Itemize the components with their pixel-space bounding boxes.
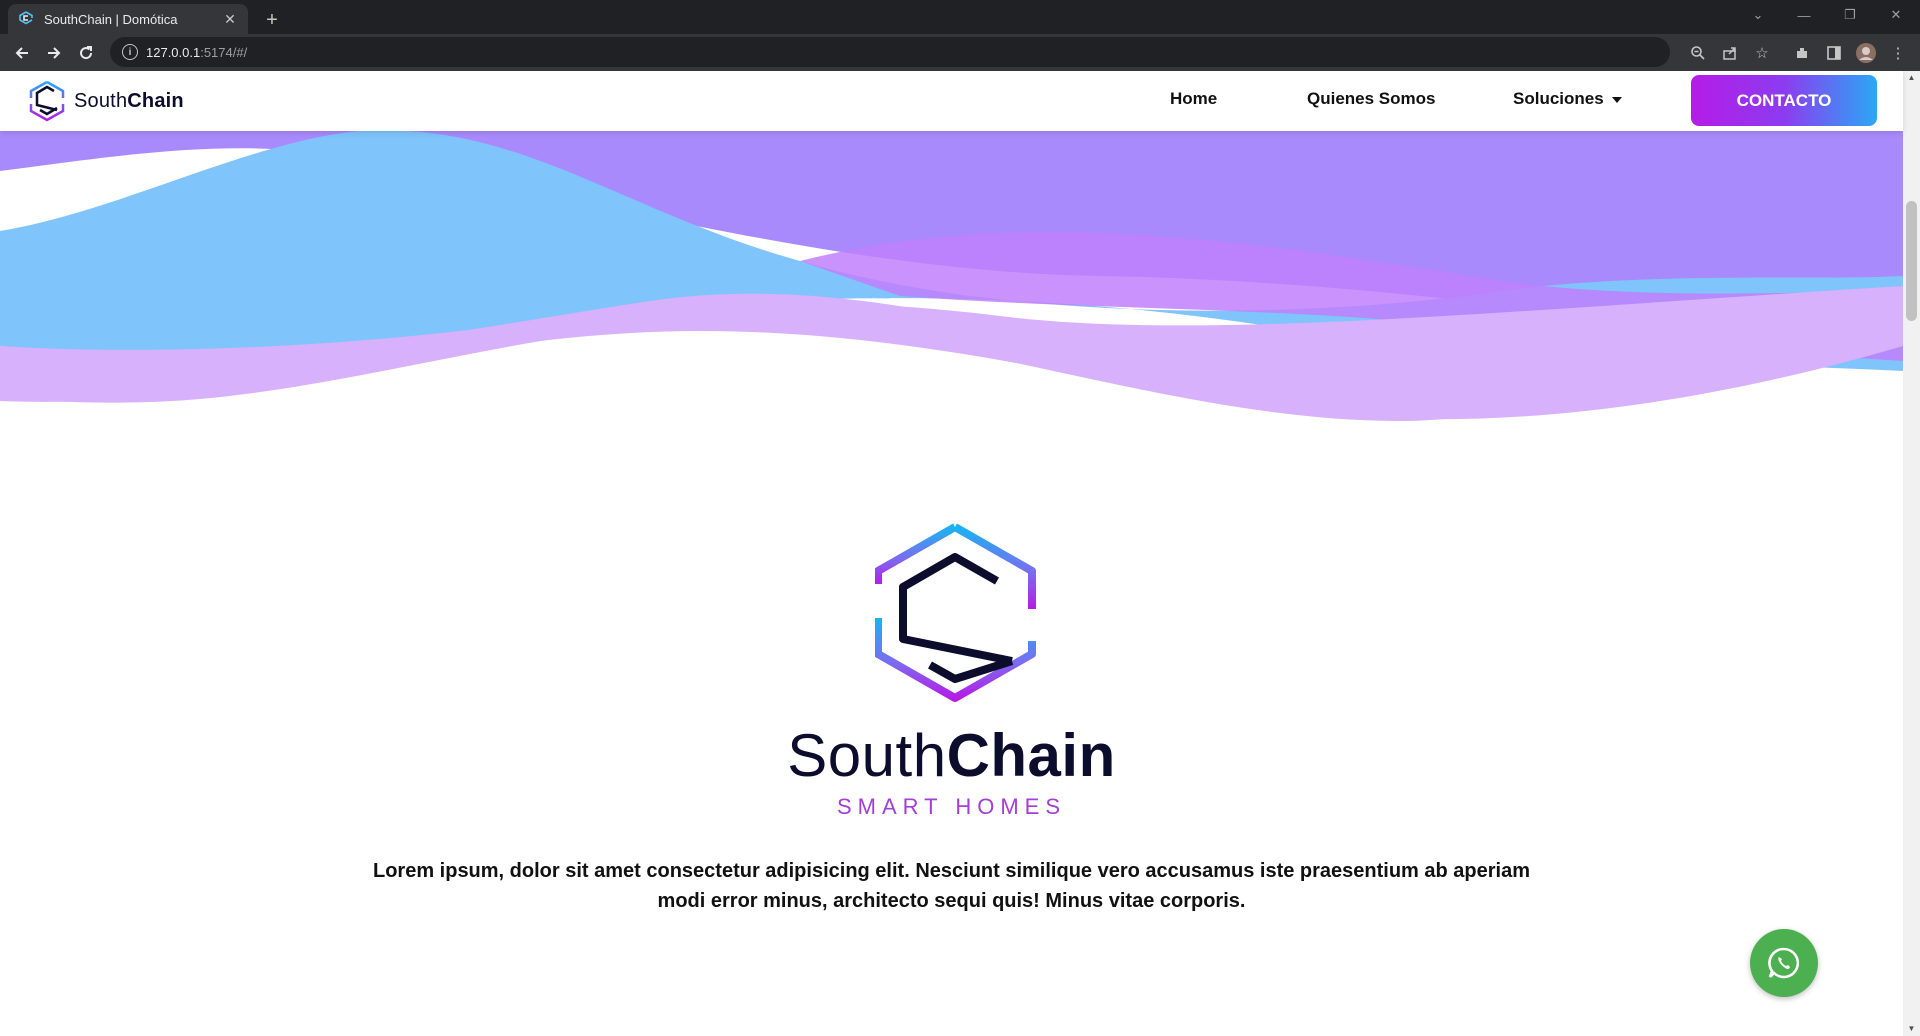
hero-brand-name: SouthChain bbox=[787, 722, 1116, 789]
share-icon[interactable] bbox=[1718, 41, 1742, 65]
page-viewport: SouthChain Home Quienes Somos Soluciones… bbox=[0, 71, 1920, 1036]
profile-avatar[interactable] bbox=[1854, 41, 1878, 65]
nav-home[interactable]: Home bbox=[1170, 89, 1217, 109]
favicon-icon bbox=[19, 11, 33, 25]
back-icon[interactable] bbox=[8, 39, 36, 67]
browser-toolbar: i 127.0.0.1:5174/#/ ☆ ⋮ bbox=[0, 34, 1920, 71]
page-scrollbar[interactable]: ▲ ▼ bbox=[1903, 71, 1920, 1036]
reload-icon[interactable] bbox=[72, 39, 100, 67]
brand-logo[interactable]: SouthChain bbox=[28, 80, 184, 122]
side-panel-icon[interactable] bbox=[1822, 41, 1846, 65]
address-bar[interactable]: i 127.0.0.1:5174/#/ bbox=[110, 37, 1670, 67]
url-host: 127.0.0.1 bbox=[146, 44, 201, 60]
browser-tab[interactable]: SouthChain | Domótica ✕ bbox=[8, 4, 248, 34]
window-close-icon[interactable]: ✕ bbox=[1874, 0, 1918, 30]
forward-icon[interactable] bbox=[40, 39, 68, 67]
whatsapp-icon bbox=[1768, 947, 1800, 979]
brand-name: SouthChain bbox=[74, 89, 184, 112]
caret-down-icon bbox=[1611, 96, 1622, 103]
tab-search-icon[interactable]: ⌄ bbox=[1736, 0, 1780, 30]
restore-icon[interactable]: ❐ bbox=[1828, 0, 1872, 30]
contacto-button[interactable]: CONTACTO bbox=[1691, 75, 1877, 126]
hero-waves bbox=[0, 131, 1903, 431]
url-path: :5174/#/ bbox=[200, 44, 248, 60]
nav-quienes-somos[interactable]: Quienes Somos bbox=[1307, 89, 1435, 109]
new-tab-button[interactable]: + bbox=[258, 6, 286, 34]
hero-tagline: SMART HOMES bbox=[837, 794, 1066, 819]
browser-tabbar: SouthChain | Domótica ✕ + ⌄ — ❐ ✕ bbox=[0, 0, 1920, 34]
scroll-up-icon[interactable]: ▲ bbox=[1903, 71, 1920, 85]
scroll-down-icon[interactable]: ▼ bbox=[1903, 1022, 1920, 1036]
site-navbar: SouthChain Home Quienes Somos Soluciones… bbox=[0, 71, 1903, 131]
whatsapp-button[interactable] bbox=[1750, 929, 1818, 997]
hero-hex-logo bbox=[875, 523, 1036, 702]
site-info-icon[interactable]: i bbox=[122, 44, 138, 60]
scrollbar-thumb[interactable] bbox=[1906, 201, 1917, 321]
nav-soluciones[interactable]: Soluciones bbox=[1513, 89, 1622, 109]
tab-title: SouthChain | Domótica bbox=[44, 11, 178, 27]
minimize-icon[interactable]: — bbox=[1782, 0, 1826, 30]
extensions-icon[interactable] bbox=[1790, 41, 1814, 65]
hero-description: Lorem ipsum, dolor sit amet consectetur … bbox=[372, 860, 1531, 912]
menu-kebab-icon[interactable]: ⋮ bbox=[1886, 41, 1910, 65]
close-tab-icon[interactable]: ✕ bbox=[222, 11, 238, 28]
zoom-icon[interactable] bbox=[1686, 41, 1710, 65]
brand-hex-icon bbox=[29, 80, 65, 122]
bookmark-star-icon[interactable]: ☆ bbox=[1750, 41, 1774, 65]
